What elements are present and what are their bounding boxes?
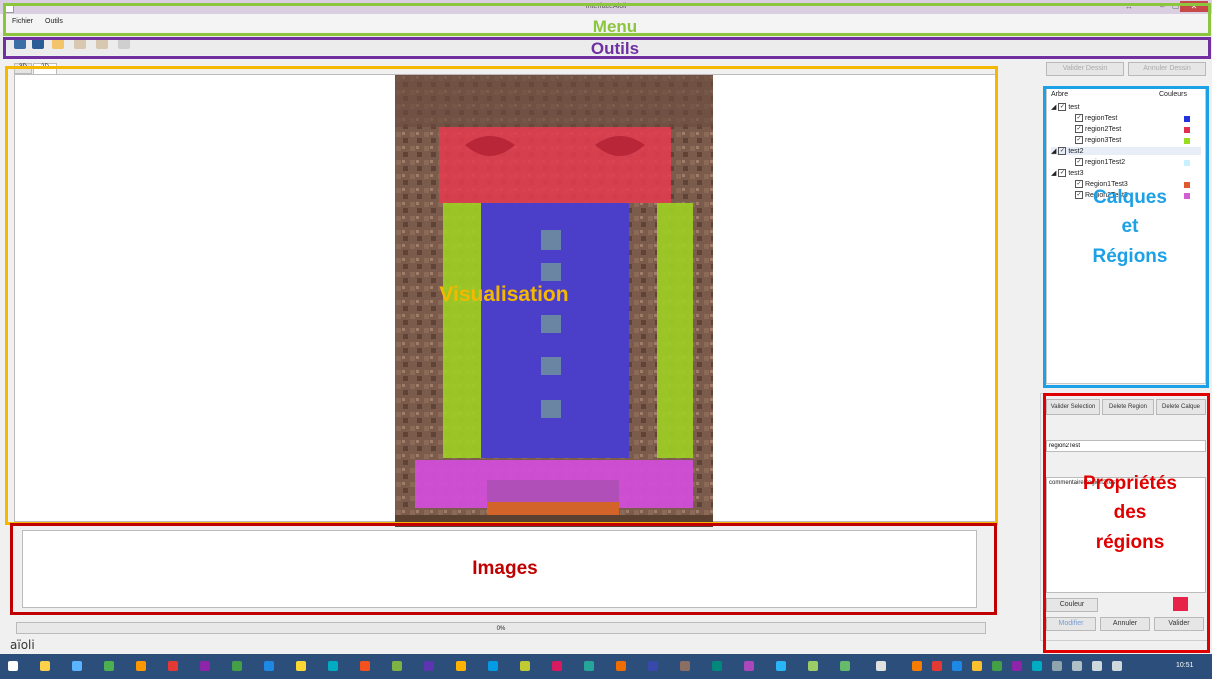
app-icon[interactable]	[360, 661, 370, 671]
tray-icon[interactable]	[912, 661, 922, 671]
visualisation-annotation-label: Visualisation	[439, 283, 569, 306]
progress-label: 0%	[496, 626, 506, 632]
folder-icon[interactable]	[40, 661, 50, 671]
tools-annotation-label: Outils	[590, 39, 640, 58]
app-icon[interactable]	[232, 661, 242, 671]
start-icon[interactable]	[8, 661, 18, 671]
app-icon[interactable]	[136, 661, 146, 671]
tray-icon[interactable]	[1032, 661, 1042, 671]
app-icon[interactable]	[168, 661, 178, 671]
cancel-drawing-button[interactable]: Annuler Dessin	[1128, 62, 1206, 76]
app-icon[interactable]	[424, 661, 434, 671]
app-icon[interactable]	[648, 661, 658, 671]
app-icon[interactable]	[808, 661, 818, 671]
taskbar: 10:51	[0, 654, 1212, 679]
app-icon[interactable]	[328, 661, 338, 671]
network-icon[interactable]	[1092, 661, 1102, 671]
tray-icon[interactable]	[1012, 661, 1022, 671]
app-icon[interactable]	[616, 661, 626, 671]
app-icon[interactable]	[680, 661, 690, 671]
tray-icon[interactable]	[932, 661, 942, 671]
app-icon[interactable]	[584, 661, 594, 671]
app-icon[interactable]	[744, 661, 754, 671]
app-icon[interactable]	[488, 661, 498, 671]
app-icon[interactable]	[392, 661, 402, 671]
clock[interactable]: 10:51	[1176, 662, 1194, 669]
app-icon[interactable]	[296, 661, 306, 671]
tray-icon[interactable]	[1072, 661, 1082, 671]
images-annotation-label: Images	[472, 558, 538, 579]
app-icon[interactable]	[840, 661, 850, 671]
validate-drawing-button[interactable]: Valider Dessin	[1046, 62, 1124, 76]
app-icon[interactable]	[712, 661, 722, 671]
app-icon[interactable]	[520, 661, 530, 671]
app-logo: aïoli	[10, 638, 35, 652]
progress-bar: 0%	[16, 622, 986, 634]
layers-annotation-label: Calques et Régions	[1092, 187, 1168, 267]
volume-icon[interactable]	[1112, 661, 1122, 671]
app-icon[interactable]	[200, 661, 210, 671]
tray-icon[interactable]	[972, 661, 982, 671]
tray-icon[interactable]	[992, 661, 1002, 671]
props-annotation-label: Propriétés des régions	[1083, 473, 1177, 553]
app-icon[interactable]	[104, 661, 114, 671]
tray-icon[interactable]	[1052, 661, 1062, 671]
app-icon[interactable]	[456, 661, 466, 671]
app-icon-active[interactable]	[876, 661, 886, 671]
app-icon[interactable]	[552, 661, 562, 671]
app-icon[interactable]	[776, 661, 786, 671]
app-icon[interactable]	[264, 661, 274, 671]
app-icon[interactable]	[72, 661, 82, 671]
tray-icon[interactable]	[952, 661, 962, 671]
